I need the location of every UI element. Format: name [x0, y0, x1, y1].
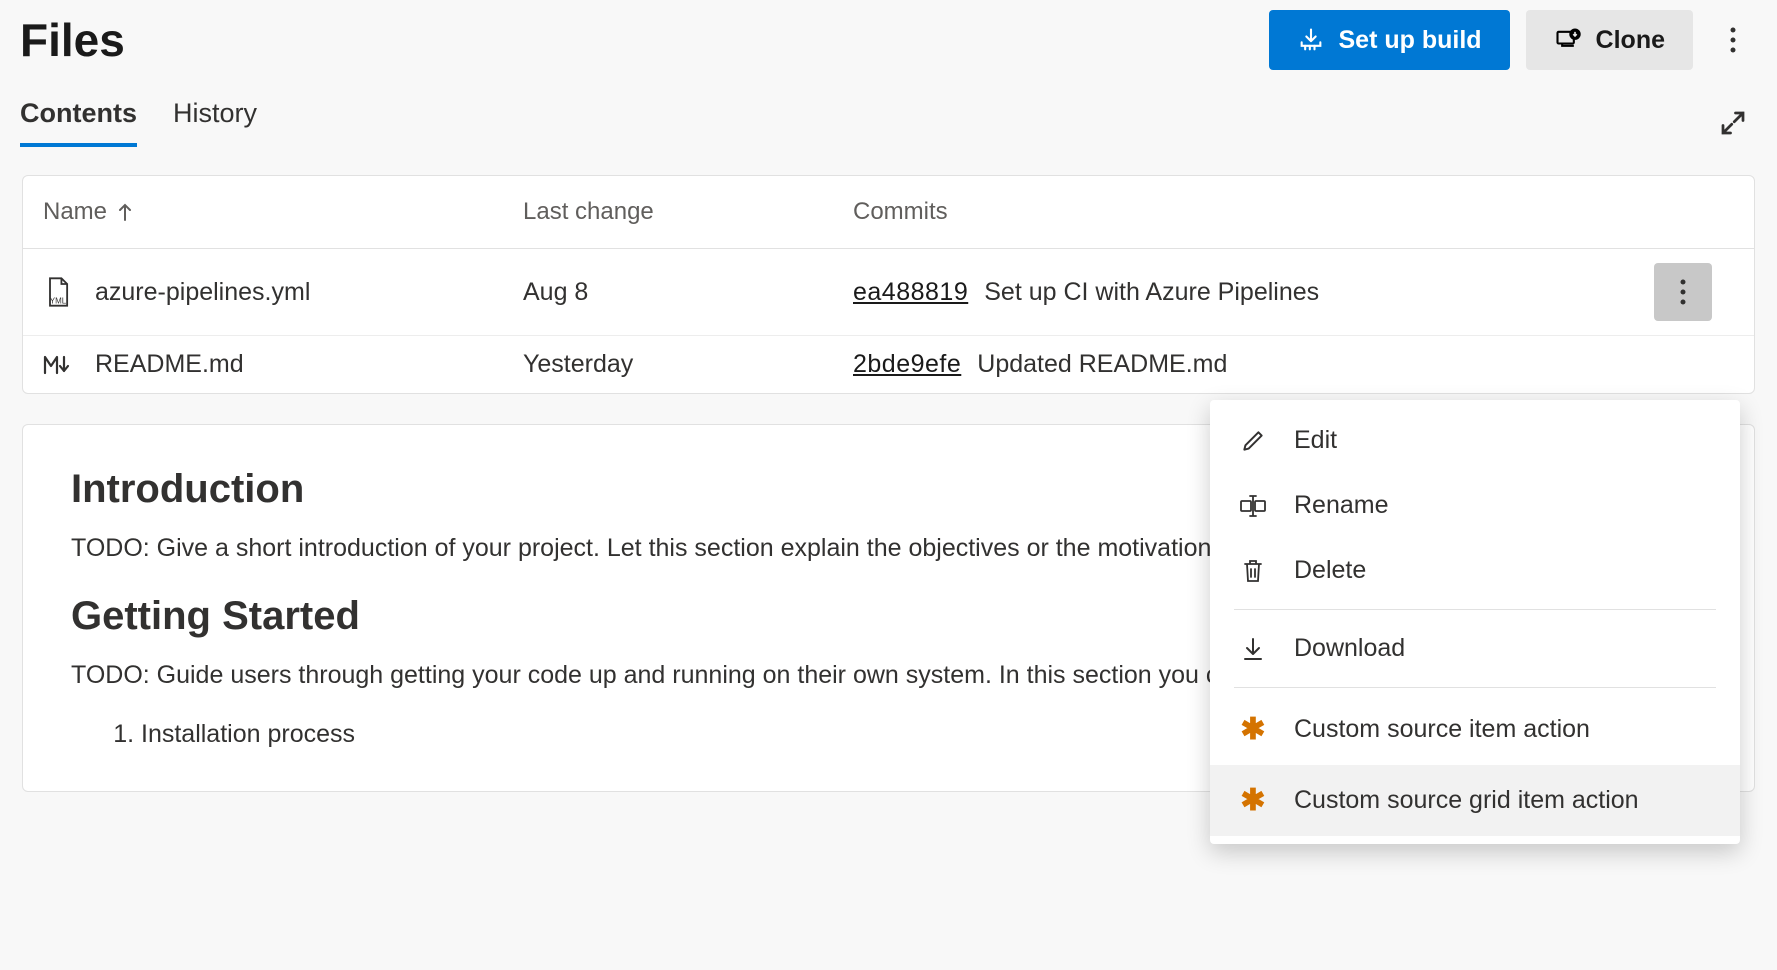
menu-item-delete[interactable]: Delete — [1210, 538, 1740, 603]
more-actions-button[interactable] — [1709, 16, 1757, 64]
download-icon — [1238, 636, 1268, 662]
build-icon — [1297, 26, 1325, 54]
table-row[interactable]: YML azure-pipelines.yml Aug 8 ea488819 S… — [23, 249, 1754, 336]
menu-item-edit[interactable]: Edit — [1210, 408, 1740, 473]
table-row[interactable]: README.md Yesterday 2bde9efe Updated REA… — [23, 336, 1754, 393]
menu-divider — [1234, 687, 1716, 688]
commit-message: Updated README.md — [977, 350, 1227, 379]
commit-hash[interactable]: 2bde9efe — [853, 350, 961, 379]
clone-button[interactable]: Clone — [1526, 10, 1693, 70]
menu-label: Rename — [1294, 491, 1389, 520]
menu-label: Edit — [1294, 426, 1337, 455]
asterisk-icon: ✱ — [1238, 712, 1268, 747]
column-name-label: Name — [43, 198, 107, 226]
menu-label: Custom source item action — [1294, 715, 1590, 744]
file-last-change: Aug 8 — [523, 278, 853, 307]
column-header-commits[interactable]: Commits — [853, 198, 1654, 226]
menu-item-download[interactable]: Download — [1210, 616, 1740, 681]
setup-build-button[interactable]: Set up build — [1269, 10, 1510, 70]
clone-label: Clone — [1596, 26, 1665, 55]
file-last-change: Yesterday — [523, 350, 853, 379]
context-menu: Edit Rename Delete Download ✱ Custom sou… — [1210, 400, 1740, 844]
menu-label: Download — [1294, 634, 1405, 663]
column-header-last-change[interactable]: Last change — [523, 198, 853, 226]
file-grid: Name Last change Commits YML azure-pipel… — [22, 175, 1755, 394]
md-file-icon — [43, 353, 73, 377]
tab-history[interactable]: History — [173, 98, 257, 147]
tab-contents[interactable]: Contents — [20, 98, 137, 147]
menu-label: Custom source grid item action — [1294, 786, 1639, 815]
file-name: README.md — [95, 350, 244, 379]
column-header-name[interactable]: Name — [43, 198, 523, 226]
grid-header: Name Last change Commits — [23, 176, 1754, 249]
commit-message: Set up CI with Azure Pipelines — [984, 278, 1319, 307]
delete-icon — [1238, 558, 1268, 584]
yml-file-icon: YML — [43, 276, 73, 308]
menu-item-rename[interactable]: Rename — [1210, 473, 1740, 538]
clone-icon — [1554, 26, 1582, 54]
menu-item-custom-source[interactable]: ✱ Custom source item action — [1210, 694, 1740, 765]
svg-text:YML: YML — [50, 296, 67, 305]
sort-asc-icon — [117, 202, 133, 222]
page-title: Files — [20, 13, 125, 67]
edit-icon — [1238, 428, 1268, 454]
asterisk-icon: ✱ — [1238, 783, 1268, 818]
file-name: azure-pipelines.yml — [95, 278, 310, 307]
setup-build-label: Set up build — [1339, 26, 1482, 55]
menu-item-custom-source-grid[interactable]: ✱ Custom source grid item action — [1210, 765, 1740, 836]
header-actions: Set up build Clone — [1269, 10, 1758, 70]
commit-hash[interactable]: ea488819 — [853, 278, 968, 307]
row-more-button[interactable] — [1654, 263, 1712, 321]
rename-icon — [1238, 493, 1268, 519]
fullscreen-button[interactable] — [1709, 99, 1757, 147]
menu-divider — [1234, 609, 1716, 610]
menu-label: Delete — [1294, 556, 1366, 585]
tab-list: Contents History — [20, 98, 257, 147]
